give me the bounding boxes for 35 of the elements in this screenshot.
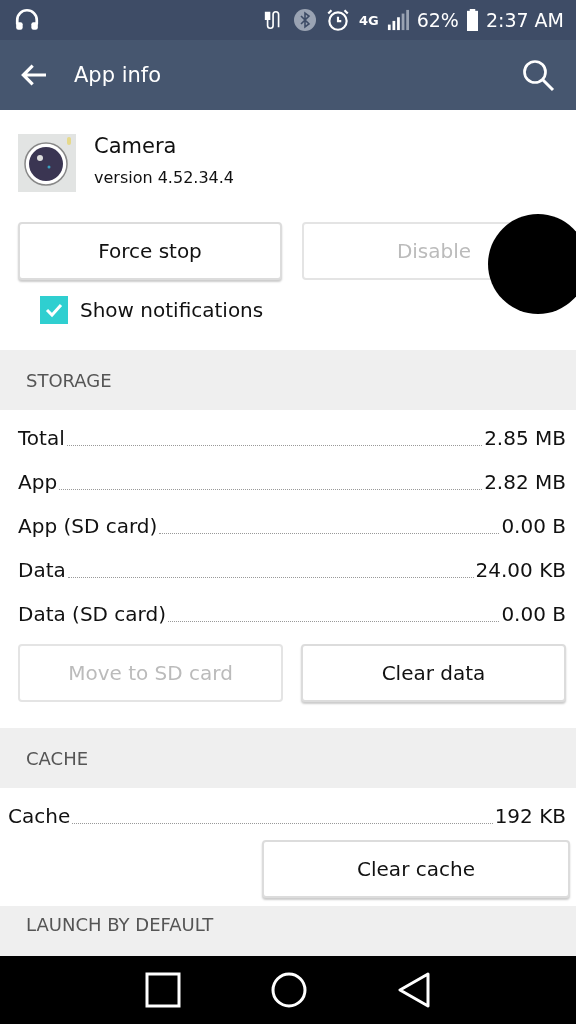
- section-title: CACHE: [26, 747, 89, 769]
- row-label: App: [18, 470, 58, 494]
- row-value: 0.00 B: [501, 602, 566, 626]
- app-name: Camera: [94, 134, 178, 158]
- signal-icon: [386, 9, 409, 31]
- bluetooth-icon: [292, 8, 317, 32]
- back-icon[interactable]: [397, 972, 432, 1008]
- headphones-icon: [14, 7, 40, 33]
- camera-app-icon: [18, 134, 76, 192]
- row-label: Data (SD card): [18, 602, 166, 626]
- clock-time: 2:37 AM: [485, 9, 564, 31]
- checkbox[interactable]: [40, 296, 68, 324]
- checkbox-label: Show notifications: [80, 298, 264, 322]
- home-icon[interactable]: [270, 971, 308, 1009]
- battery-percent: 62%: [416, 9, 459, 31]
- row-label: App (SD card): [18, 514, 158, 538]
- section-title: LAUNCH BY DEFAULT: [26, 914, 214, 935]
- action-button[interactable]: Clear cache: [262, 840, 570, 898]
- action-button[interactable]: Force stop: [18, 222, 282, 280]
- row-label: Cache: [8, 804, 71, 828]
- row-value: 24.00 KB: [475, 558, 566, 582]
- row-value: 2.85 MB: [484, 426, 566, 450]
- action-button[interactable]: Clear data: [301, 644, 566, 702]
- screen-title: App info: [74, 63, 162, 87]
- network-type-label: 4G: [358, 12, 379, 28]
- row-value: 0.00 B: [501, 514, 566, 538]
- app-version: version 4.52.34.4: [94, 168, 235, 187]
- recents-icon[interactable]: [144, 972, 181, 1008]
- row-value: 192 KB: [494, 804, 566, 828]
- row-label: Total: [18, 426, 65, 450]
- row-value: 2.82 MB: [484, 470, 566, 494]
- search-icon[interactable]: [520, 57, 556, 93]
- row-label: Data: [18, 558, 66, 582]
- battery-icon: [466, 9, 478, 31]
- section-title: STORAGE: [26, 369, 112, 391]
